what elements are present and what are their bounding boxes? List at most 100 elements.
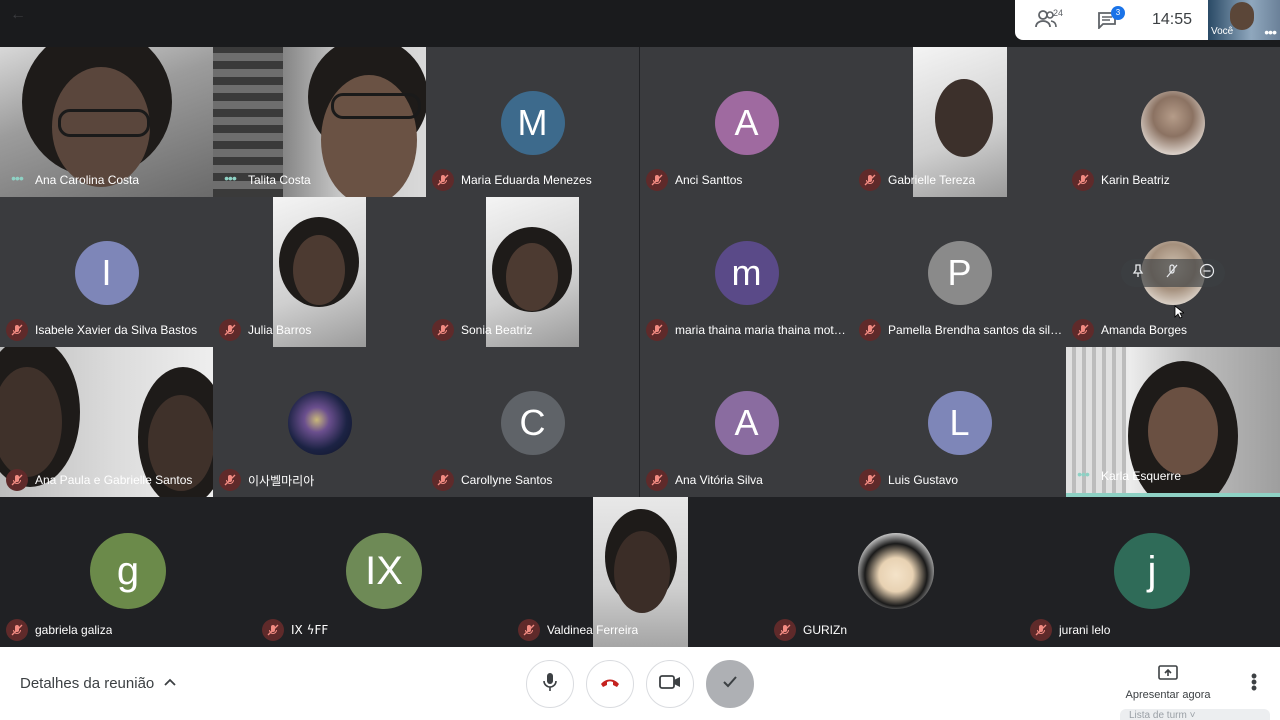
- participant-name: Gabrielle Tereza: [888, 173, 976, 187]
- avatar: g: [90, 533, 166, 609]
- mic-off-icon: [859, 319, 881, 341]
- participant-tile[interactable]: IX IX ϟFF: [256, 497, 512, 647]
- participant-label: Ana Paula e Gabrielle Santos: [6, 469, 192, 491]
- participant-tile[interactable]: Julia Barros: [213, 197, 426, 347]
- confirm-button[interactable]: [706, 660, 754, 708]
- mic-off-icon: [646, 319, 668, 341]
- participant-label: gabriela galiza: [6, 619, 112, 641]
- participant-label: Valdinea Ferreira: [518, 619, 638, 641]
- participant-tile[interactable]: Karin Beatriz: [1066, 47, 1280, 197]
- video-face: [506, 243, 558, 311]
- speaking-dots-icon: •••: [224, 170, 237, 186]
- participant-name: Ana Paula e Gabrielle Santos: [35, 473, 193, 487]
- more-options-icon[interactable]: •••: [1246, 667, 1262, 697]
- participant-name: Maria Eduarda Menezes: [461, 173, 592, 187]
- participant-tile[interactable]: GURIZn: [768, 497, 1024, 647]
- self-preview[interactable]: Você •••: [1208, 0, 1280, 40]
- participant-tile[interactable]: A Ana Vitória Silva: [640, 347, 853, 497]
- list-dropdown[interactable]: Lista de turm ˅: [1120, 709, 1270, 720]
- participant-name: Talita Costa: [248, 173, 311, 187]
- participant-tile[interactable]: L Luis Gustavo: [853, 347, 1066, 497]
- participant-name: Ana Vitória Silva: [675, 473, 763, 487]
- participant-tile[interactable]: ••• Ana Carolina Costa: [0, 47, 213, 197]
- participant-label: Pamella Brendha santos da silva...: [859, 319, 1063, 341]
- avatar: IX: [346, 533, 422, 609]
- avatar: j: [1114, 533, 1190, 609]
- participant-name: Anci Santtos: [675, 173, 743, 187]
- participant-label: Maria Eduarda Menezes: [432, 169, 592, 191]
- back-arrow-icon[interactable]: ←: [10, 6, 26, 24]
- avatar-photo: [858, 533, 934, 609]
- participant-tile[interactable]: Valdinea Ferreira: [512, 497, 768, 647]
- microphone-button[interactable]: [526, 660, 574, 708]
- remove-participant-icon[interactable]: [1199, 263, 1215, 284]
- chevron-down-icon: ˅: [1189, 710, 1196, 720]
- participant-tile-active-speaker[interactable]: ••• Karla Esquerre: [1066, 347, 1280, 497]
- participant-tile[interactable]: g gabriela galiza: [0, 497, 256, 647]
- mic-off-icon: [1030, 619, 1052, 641]
- participant-label: Luis Gustavo: [859, 469, 958, 491]
- avatar: L: [927, 391, 992, 455]
- present-now-button[interactable]: Apresentar agora: [1118, 665, 1218, 701]
- avatar: I: [74, 241, 139, 305]
- microphone-icon: [542, 672, 558, 697]
- mic-off-icon: [219, 319, 241, 341]
- speaking-dots-icon: •••: [1077, 466, 1090, 482]
- camera-icon: [659, 674, 681, 695]
- mic-off-icon: [646, 469, 668, 491]
- pin-icon[interactable]: [1131, 263, 1145, 283]
- participant-name: Amanda Borges: [1101, 323, 1188, 337]
- participant-tile[interactable]: P Pamella Brendha santos da silva...: [853, 197, 1066, 347]
- participant-tile[interactable]: I Isabele Xavier da Silva Bastos: [0, 197, 213, 347]
- participant-label: Anci Santtos: [646, 169, 742, 191]
- chevron-up-icon[interactable]: [163, 675, 177, 694]
- mic-off-icon: [859, 169, 881, 191]
- avatar: A: [714, 391, 779, 455]
- participant-name: maria thaina maria thaina mota ...: [675, 323, 851, 337]
- present-screen-icon: [1158, 665, 1178, 685]
- avatar-photo: [1141, 91, 1205, 155]
- camera-button[interactable]: [646, 660, 694, 708]
- participant-label: 이사벨마리아: [219, 469, 314, 491]
- participant-tile[interactable]: j jurani lelo: [1024, 497, 1280, 647]
- participant-name: 이사벨마리아: [248, 473, 315, 488]
- video-face: [1148, 387, 1218, 475]
- top-bar: ← 24 3 14:55 Você •••: [0, 0, 1280, 47]
- mic-off-icon: [518, 619, 540, 641]
- leave-call-button[interactable]: [586, 660, 634, 708]
- participant-tile[interactable]: A Anci Santtos: [640, 47, 853, 197]
- participant-tile[interactable]: Sonia Beatriz: [426, 197, 639, 347]
- speaking-dots-icon: •••: [11, 170, 24, 186]
- participant-tile[interactable]: Gabrielle Tereza: [853, 47, 1066, 197]
- check-icon: [722, 675, 738, 694]
- mic-off-icon: [432, 319, 454, 341]
- more-options-icon[interactable]: •••: [1264, 24, 1277, 40]
- mic-off-icon: [1072, 169, 1094, 191]
- present-now-label: Apresentar agora: [1125, 689, 1211, 701]
- mic-off-icon: [432, 469, 454, 491]
- participant-tile[interactable]: Amanda Borges: [1066, 197, 1280, 347]
- participant-tile[interactable]: C Carollyne Santos: [426, 347, 639, 497]
- participant-tile[interactable]: m maria thaina maria thaina mota ...: [640, 197, 853, 347]
- participant-tile[interactable]: M Maria Eduarda Menezes: [426, 47, 639, 197]
- participant-label: ••• Karla Esquerre: [1072, 465, 1181, 487]
- avatar: C: [500, 391, 565, 455]
- participant-label: Ana Vitória Silva: [646, 469, 763, 491]
- mic-off-icon: [6, 619, 28, 641]
- participant-tile[interactable]: Ana Paula e Gabrielle Santos: [0, 347, 213, 497]
- participant-tile[interactable]: 이사벨마리아: [213, 347, 426, 497]
- participant-tile[interactable]: ••• Talita Costa: [213, 47, 426, 197]
- mute-participant-icon[interactable]: [1165, 263, 1179, 283]
- mic-off-icon: [6, 319, 28, 341]
- participant-label: ••• Talita Costa: [219, 169, 311, 191]
- participant-name: jurani lelo: [1059, 623, 1111, 637]
- self-label: Você: [1211, 26, 1234, 37]
- participant-name: IX ϟFF: [291, 623, 329, 637]
- participant-name: Pamella Brendha santos da silva...: [888, 323, 1064, 337]
- participant-name: Sonia Beatriz: [461, 323, 533, 337]
- meeting-details-button[interactable]: Detalhes da reunião: [20, 675, 154, 692]
- meet-window: { "topbar": { "people_count": "24", "cha…: [0, 0, 1280, 720]
- participant-name: Isabele Xavier da Silva Bastos: [35, 323, 198, 337]
- hang-up-icon: [599, 675, 621, 693]
- mic-off-icon: [432, 169, 454, 191]
